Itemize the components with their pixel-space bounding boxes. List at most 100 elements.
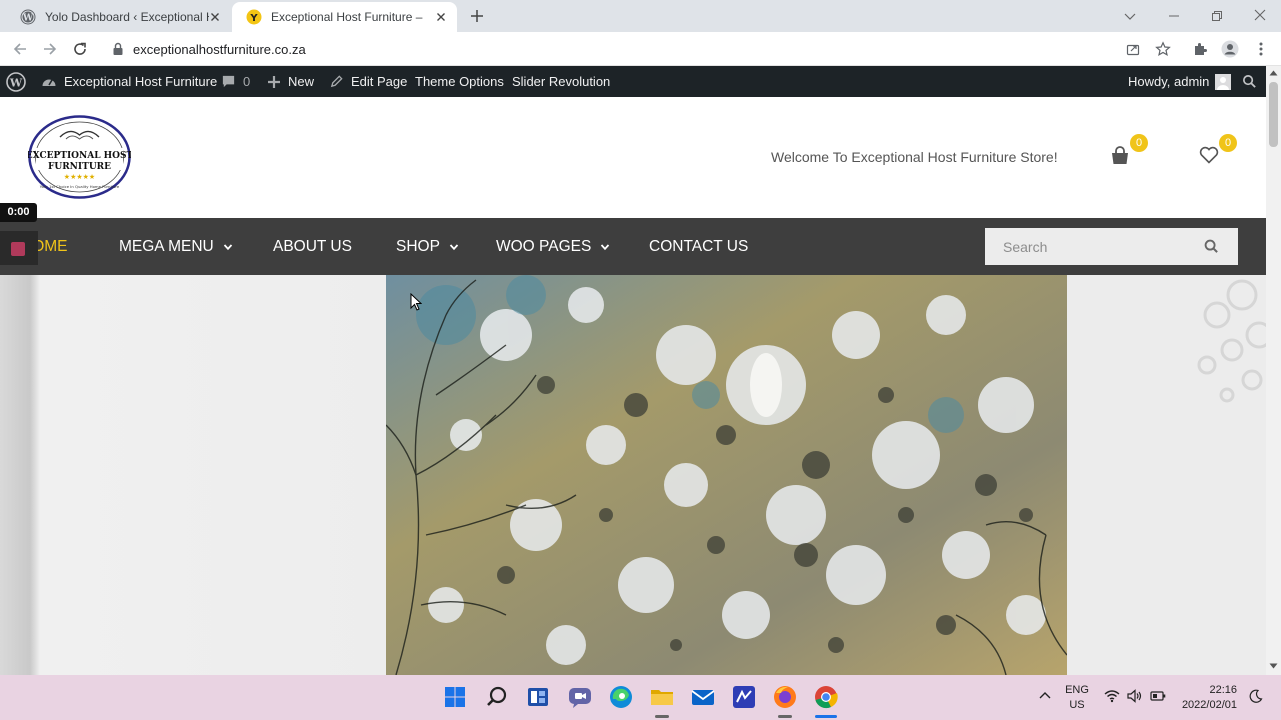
chevron-down-icon (601, 243, 610, 250)
new-tab-icon[interactable] (469, 8, 485, 24)
file-explorer-icon[interactable] (648, 683, 676, 711)
wishlist-count-badge: 0 (1219, 134, 1237, 152)
close-tab-icon[interactable] (207, 9, 223, 25)
system-clock[interactable]: 22:16 2022/02/01 (1180, 683, 1237, 713)
tab-title: Exceptional Host Furniture – Furn (271, 10, 423, 24)
nav-label: MEGA MENU (119, 237, 214, 255)
nav-item-about-us[interactable]: ABOUT US (273, 218, 352, 275)
search-icon[interactable] (1204, 239, 1219, 254)
page-scrollbar[interactable] (1266, 66, 1281, 675)
scroll-up-icon[interactable] (1269, 70, 1278, 76)
close-window-icon[interactable] (1252, 7, 1268, 23)
show-hidden-icons-chevron-icon[interactable] (1038, 689, 1052, 703)
teams-chat-icon[interactable] (566, 683, 594, 711)
site-logo[interactable]: EXCEPTIONAL HOST FURNITURE ★★★★★ Your 1s… (28, 115, 131, 199)
back-icon[interactable] (12, 41, 28, 57)
language-code: ENG (1065, 684, 1089, 696)
bookmark-star-icon[interactable] (1155, 41, 1171, 57)
admin-bar-new[interactable]: New (267, 66, 314, 97)
admin-bar-edit-page[interactable]: Edit Page (329, 66, 407, 97)
video-stop-control[interactable] (0, 231, 38, 265)
browser-toolbar: exceptionalhostfurniture.co.za (0, 32, 1281, 66)
running-app-indicator (655, 715, 669, 718)
visual-studio-icon[interactable] (730, 683, 758, 711)
admin-bar-comments[interactable]: 0 (221, 66, 250, 97)
share-icon[interactable] (1125, 41, 1141, 57)
svg-text:W: W (9, 76, 23, 89)
chrome-icon[interactable] (812, 683, 840, 711)
admin-bar-my-account[interactable]: Howdy, admin (1128, 66, 1238, 97)
wifi-icon[interactable] (1104, 689, 1120, 703)
region-code: US (1069, 699, 1085, 711)
input-language[interactable]: ENG US (1064, 683, 1090, 713)
admin-bar-site-name[interactable]: Exceptional Host Furniture (41, 66, 217, 97)
nav-item-woo-pages[interactable]: WOO PAGES (496, 218, 610, 275)
nav-label: SHOP (396, 237, 440, 255)
browser-tab-yolo-dashboard[interactable]: W Yolo Dashboard ‹ Exceptional Ho (6, 2, 231, 32)
admin-search-icon[interactable] (1242, 66, 1264, 97)
site-name-label: Exceptional Host Furniture (64, 74, 218, 89)
logo-tagline: Your 1st Choice In Quality Home Furnitur… (40, 184, 120, 189)
video-time-overlay: 0:00 (0, 203, 37, 222)
edge-browser-icon[interactable] (607, 683, 635, 711)
edit-page-label: Edit Page (351, 74, 408, 89)
admin-bar-slider-revolution[interactable]: Slider Revolution (512, 66, 610, 97)
comment-icon (222, 75, 235, 88)
tab-title: Yolo Dashboard ‹ Exceptional Ho (45, 10, 209, 24)
search-form (985, 228, 1238, 265)
browser-tab-exceptional-host[interactable]: Y Exceptional Host Furniture – Furn (232, 2, 457, 32)
windows-taskbar: ENG US 22:16 2022/02/01 (0, 675, 1281, 720)
cart-icon[interactable] (1110, 146, 1130, 166)
reload-icon[interactable] (72, 41, 88, 57)
clock-date: 2022/02/01 (1181, 699, 1237, 711)
slider-background-left (0, 275, 386, 675)
nav-item-shop[interactable]: SHOP (396, 218, 459, 275)
slider-artwork-image (386, 275, 1067, 675)
slider-background-right (1067, 275, 1266, 675)
scrollbar-thumb[interactable] (1269, 82, 1278, 147)
scroll-down-icon[interactable] (1269, 663, 1278, 669)
user-avatar-icon (1215, 73, 1232, 90)
taskbar-search-icon[interactable] (483, 683, 511, 711)
slider-revolution-label: Slider Revolution (512, 74, 611, 89)
forward-icon[interactable] (42, 41, 58, 57)
tab-search-chevron-icon[interactable] (1122, 8, 1138, 24)
svg-text:Y: Y (249, 13, 258, 24)
yoast-icon: Y (246, 9, 262, 25)
admin-bar-theme-options[interactable]: Theme Options (415, 66, 504, 97)
wordpress-logo-icon[interactable]: W (6, 66, 33, 97)
main-navigation: HOME MEGA MENU ABOUT US SHOP WOO PAGES C… (0, 218, 1266, 275)
howdy-label: Howdy, admin (1128, 74, 1210, 89)
restore-icon[interactable] (1209, 8, 1225, 24)
url-text: exceptionalhostfurniture.co.za (133, 42, 306, 57)
browser-menu-icon[interactable] (1253, 41, 1269, 57)
volume-icon[interactable] (1127, 689, 1143, 703)
minimize-icon[interactable] (1166, 8, 1182, 24)
new-label: New (288, 74, 315, 89)
windows-start-icon[interactable] (441, 683, 469, 711)
firefox-icon[interactable] (771, 683, 799, 711)
nav-item-contact-us[interactable]: CONTACT US (649, 218, 748, 275)
logo-line1: EXCEPTIONAL HOST (28, 151, 131, 161)
address-bar[interactable]: exceptionalhostfurniture.co.za (104, 35, 1180, 63)
stop-icon (11, 242, 25, 256)
nav-item-mega-menu[interactable]: MEGA MENU (119, 218, 233, 275)
extensions-icon[interactable] (1192, 41, 1208, 57)
chevron-down-icon (223, 243, 232, 250)
dashboard-icon (42, 79, 56, 86)
hero-slider (0, 275, 1266, 675)
notification-moon-icon[interactable] (1249, 689, 1263, 703)
task-view-icon[interactable] (524, 683, 552, 711)
battery-icon[interactable] (1150, 690, 1166, 702)
search-input[interactable] (985, 228, 1195, 265)
cart-count-badge: 0 (1130, 134, 1148, 152)
lock-icon[interactable] (112, 42, 124, 56)
mouse-cursor-icon (410, 293, 422, 311)
wishlist-heart-icon[interactable] (1199, 146, 1219, 164)
profile-avatar-icon[interactable] (1221, 40, 1239, 58)
wordpress-icon: W (20, 9, 36, 25)
welcome-message: Welcome To Exceptional Host Furniture St… (771, 149, 1058, 165)
mail-icon[interactable] (689, 683, 717, 711)
chevron-down-icon (449, 243, 459, 250)
close-tab-icon[interactable] (433, 9, 449, 25)
